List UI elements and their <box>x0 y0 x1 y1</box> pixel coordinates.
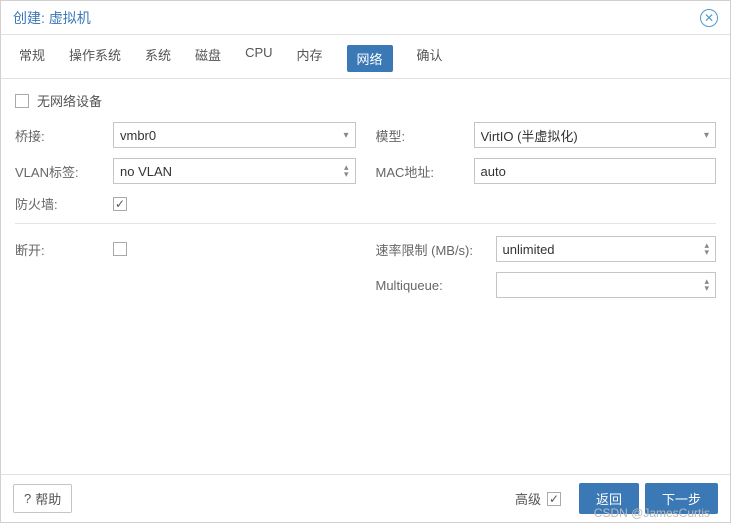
tab-confirm[interactable]: 确认 <box>417 45 443 78</box>
chevron-down-icon: ▾ <box>704 130 709 141</box>
multiqueue-input[interactable]: ▴▾ <box>496 272 717 298</box>
mac-label: MAC地址: <box>376 162 474 181</box>
vlan-input[interactable]: no VLAN ▴▾ <box>113 158 356 184</box>
tab-network[interactable]: 网络 <box>347 45 393 72</box>
disconnect-label: 断开: <box>15 240 113 259</box>
wizard-tabs: 常规 操作系统 系统 磁盘 CPU 内存 网络 确认 <box>1 35 730 79</box>
create-vm-dialog: 创建: 虚拟机 ✕ 常规 操作系统 系统 磁盘 CPU 内存 网络 确认 无网络… <box>0 0 731 523</box>
dialog-titlebar: 创建: 虚拟机 ✕ <box>1 1 730 35</box>
vlan-label: VLAN标签: <box>15 162 113 181</box>
tab-system[interactable]: 系统 <box>145 45 171 78</box>
bridge-label: 桥接: <box>15 126 113 145</box>
help-icon: ? <box>24 491 31 506</box>
spinner-icon: ▴▾ <box>704 242 709 256</box>
dialog-title: 创建: 虚拟机 <box>13 8 700 28</box>
advanced-checkbox[interactable] <box>547 492 561 506</box>
rate-input[interactable]: unlimited ▴▾ <box>496 236 717 262</box>
no-network-checkbox[interactable] <box>15 94 29 108</box>
no-network-label: 无网络设备 <box>37 91 102 110</box>
close-icon[interactable]: ✕ <box>700 9 718 27</box>
chevron-down-icon: ▾ <box>343 130 348 141</box>
tab-cpu[interactable]: CPU <box>245 45 272 78</box>
advanced-toggle[interactable]: 高级 <box>515 489 561 508</box>
tab-os[interactable]: 操作系统 <box>69 45 121 78</box>
spinner-icon: ▴▾ <box>344 164 349 178</box>
rate-label: 速率限制 (MB/s): <box>376 240 496 259</box>
model-select[interactable]: VirtIO (半虚拟化) ▾ <box>474 122 717 148</box>
bridge-select[interactable]: vmbr0 ▾ <box>113 122 356 148</box>
firewall-label: 防火墙: <box>15 194 113 213</box>
firewall-checkbox[interactable] <box>113 197 127 211</box>
spinner-icon: ▴▾ <box>704 278 709 292</box>
dialog-body: 无网络设备 桥接: vmbr0 ▾ 模型: VirtIO (半虚拟化) ▾ VL… <box>1 79 730 474</box>
model-label: 模型: <box>376 126 474 145</box>
tab-memory[interactable]: 内存 <box>297 45 323 78</box>
back-button[interactable]: 返回 <box>579 483 639 514</box>
tab-general[interactable]: 常规 <box>19 45 45 78</box>
mac-input[interactable]: auto <box>474 158 717 184</box>
disconnect-checkbox[interactable] <box>113 242 127 256</box>
divider <box>15 223 716 224</box>
multiqueue-label: Multiqueue: <box>376 278 496 293</box>
next-button[interactable]: 下一步 <box>645 483 718 514</box>
dialog-footer: ? 帮助 高级 返回 下一步 <box>1 474 730 522</box>
help-button[interactable]: ? 帮助 <box>13 484 72 513</box>
tab-disk[interactable]: 磁盘 <box>195 45 221 78</box>
